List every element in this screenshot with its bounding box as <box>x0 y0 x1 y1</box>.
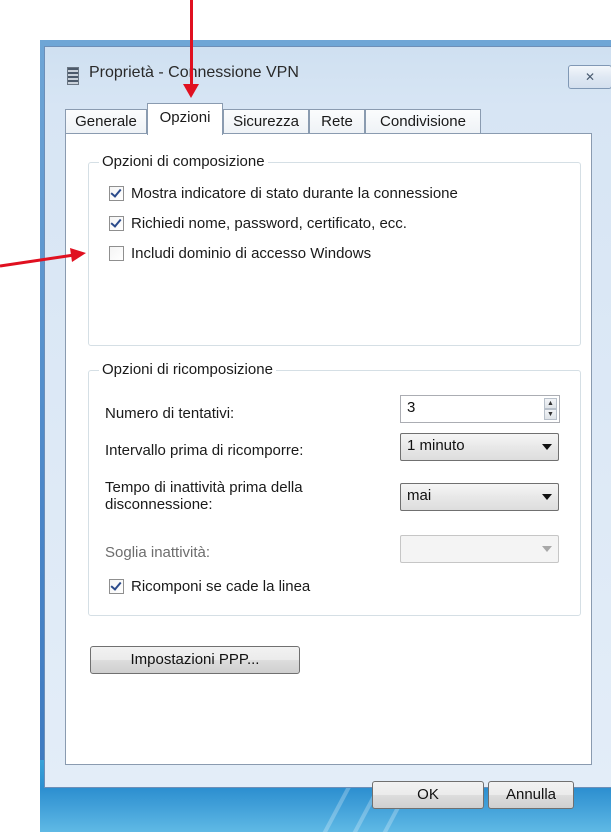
prompt-credentials-checkbox[interactable] <box>109 216 124 231</box>
connection-icon <box>67 67 79 85</box>
tab-rete[interactable]: Rete <box>309 109 365 134</box>
prompt-credentials-label: Richiedi nome, password, certificato, ec… <box>131 215 407 232</box>
ppp-settings-button[interactable]: Impostazioni PPP... <box>90 646 300 674</box>
idle-value: mai <box>407 487 432 504</box>
prompt-credentials-checkbox-row[interactable]: Richiedi nome, password, certificato, ec… <box>109 215 407 232</box>
redial-label: Ricomponi se cade la linea <box>131 578 311 595</box>
show-status-checkbox-row[interactable]: Mostra indicatore di stato durante la co… <box>109 185 458 202</box>
arrowhead-right-icon <box>0 248 86 268</box>
chevron-down-icon <box>542 444 552 450</box>
dialog-client-area: Generale Opzioni Sicurezza Rete Condivis… <box>65 103 592 809</box>
down-arrow-icon: ▼ <box>547 411 554 418</box>
arrowhead-down-icon <box>183 84 199 98</box>
spin-up-button[interactable]: ▲ <box>544 398 557 409</box>
include-domain-checkbox[interactable] <box>109 246 124 261</box>
window-title: Proprietà - Connessione VPN <box>89 64 299 81</box>
attempts-spin-buttons: ▲ ▼ <box>544 398 557 420</box>
close-icon: ✕ <box>584 70 596 84</box>
properties-dialog: Proprietà - Connessione VPN ✕ Generale O… <box>44 46 611 809</box>
tab-sicurezza[interactable]: Sicurezza <box>223 109 309 134</box>
attempts-spinner[interactable]: 3 ▲ ▼ <box>400 395 560 423</box>
include-domain-label: Includi dominio di accesso Windows <box>131 245 372 262</box>
spin-down-button[interactable]: ▼ <box>544 409 557 420</box>
ok-button[interactable]: OK <box>372 781 484 809</box>
show-status-checkbox[interactable] <box>109 186 124 201</box>
show-status-label: Mostra indicatore di stato durante la co… <box>131 185 458 202</box>
chevron-down-icon <box>542 546 552 552</box>
interval-dropdown[interactable]: 1 minuto <box>400 433 559 461</box>
attempts-label: Numero di tentativi: <box>105 405 235 422</box>
tab-generale[interactable]: Generale <box>65 109 147 134</box>
idle-label: Tempo di inattività prima della disconne… <box>105 479 303 513</box>
redial-options-title: Opzioni di ricomposizione <box>99 361 276 378</box>
threshold-dropdown[interactable] <box>400 535 559 563</box>
interval-label: Intervallo prima di ricomporre: <box>105 442 304 459</box>
title-bar: Proprietà - Connessione VPN ✕ <box>45 47 611 101</box>
up-arrow-icon: ▲ <box>547 400 554 407</box>
cancel-button[interactable]: Annulla <box>488 781 574 809</box>
redial-options-group: Opzioni di ricomposizione Numero di tent… <box>88 361 581 616</box>
tab-condivisione[interactable]: Condivisione <box>365 109 481 134</box>
tab-panel-opzioni: Opzioni di composizione Mostra indicator… <box>65 133 592 765</box>
redial-checkbox[interactable] <box>109 579 124 594</box>
threshold-label: Soglia inattività: <box>105 544 211 561</box>
include-domain-checkbox-row[interactable]: Includi dominio di accesso Windows <box>109 245 371 262</box>
close-button[interactable]: ✕ <box>568 65 611 89</box>
tab-opzioni[interactable]: Opzioni <box>147 103 223 135</box>
dial-options-group: Opzioni di composizione Mostra indicator… <box>88 153 581 346</box>
dial-options-title: Opzioni di composizione <box>99 153 268 170</box>
chevron-down-icon <box>542 494 552 500</box>
idle-dropdown[interactable]: mai <box>400 483 559 511</box>
tab-strip: Generale Opzioni Sicurezza Rete Condivis… <box>65 103 592 137</box>
redial-checkbox-row[interactable]: Ricomponi se cade la linea <box>109 578 310 595</box>
attempts-value: 3 <box>407 399 416 416</box>
interval-value: 1 minuto <box>407 437 465 454</box>
